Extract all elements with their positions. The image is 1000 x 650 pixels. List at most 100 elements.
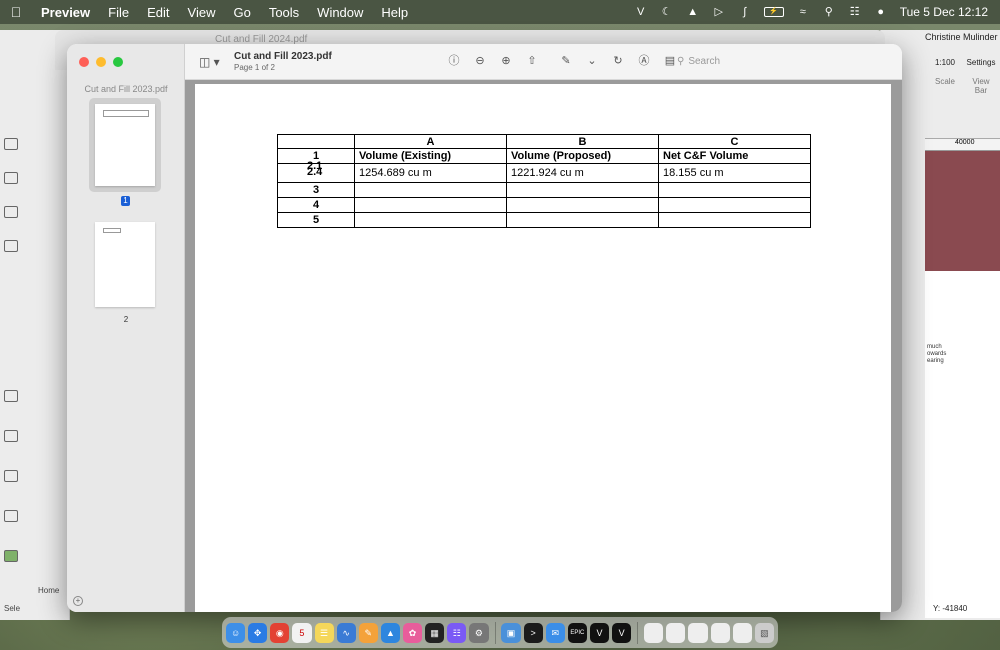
zoom-out-icon[interactable]: ⊖ xyxy=(473,54,487,68)
wall-tool-icon[interactable] xyxy=(4,430,18,442)
page-thumbnail-1[interactable] xyxy=(95,104,155,186)
spotlight-icon[interactable]: ⚲ xyxy=(822,6,836,18)
share-icon[interactable]: ⇧ xyxy=(525,54,539,68)
rect-tool-icon[interactable] xyxy=(4,172,18,184)
add-icon[interactable]: + xyxy=(73,596,83,606)
moon-icon[interactable]: ☾ xyxy=(660,6,674,18)
recent-doc-2-icon[interactable] xyxy=(666,622,686,643)
mail-icon[interactable]: ✉ xyxy=(545,622,565,643)
terrain-tool-icon[interactable] xyxy=(4,550,18,562)
search-icon: ⚲ xyxy=(677,56,685,67)
menu-tools[interactable]: Tools xyxy=(260,5,308,20)
scale-label: Scale xyxy=(934,77,955,86)
column-header-b: B xyxy=(506,134,659,149)
epic-games-icon[interactable]: EPIC xyxy=(567,622,587,643)
preview-icon[interactable]: ▣ xyxy=(501,622,521,643)
safari-icon[interactable]: ✥ xyxy=(248,622,268,643)
battery-icon[interactable]: ⚡ xyxy=(763,7,784,17)
cut-and-fill-table: A B C 1 Volume (Existing) Volume (Propos… xyxy=(277,134,811,228)
menu-file[interactable]: File xyxy=(99,5,138,20)
home-label: Home xyxy=(38,586,60,595)
page-thumbnail-2[interactable] xyxy=(95,222,155,307)
menu-edit[interactable]: Edit xyxy=(138,5,178,20)
mosaic-icon[interactable]: ▦ xyxy=(425,622,445,643)
menu-bar:  Preview File Edit View Go Tools Window… xyxy=(0,0,1000,24)
recent-doc-4-icon[interactable] xyxy=(710,622,730,643)
view-bar-label: View Bar xyxy=(972,77,990,95)
keynote-icon[interactable]: ▲ xyxy=(380,622,400,643)
freeform-icon[interactable]: ∿ xyxy=(336,622,356,643)
status-area: V ☾ ▲ ▷ ∫ ⚡ ≈ ⚲ ☷ ● Tue 5 Dec 12:12 xyxy=(634,5,1000,19)
drawing-canvas[interactable]: 40000 much owards earing xyxy=(925,138,1000,618)
siri-icon[interactable]: ● xyxy=(874,6,888,18)
settings-label: Settings xyxy=(966,58,996,67)
row-label-2: 2.1 2.4 xyxy=(277,160,355,183)
recent-doc-3-icon[interactable] xyxy=(688,622,708,643)
menu-go[interactable]: Go xyxy=(224,5,259,20)
pdf-page: A B C 1 Volume (Existing) Volume (Propos… xyxy=(195,84,891,612)
user-name: Christine Mulinder xyxy=(925,32,998,42)
notes-icon[interactable]: ☰ xyxy=(314,622,334,643)
thumbnail-sidebar: Cut and Fill 2023.pdf 1 2 + xyxy=(67,44,185,612)
wall-block[interactable] xyxy=(925,151,1000,271)
menu-clock[interactable]: Tue 5 Dec 12:12 xyxy=(900,5,988,19)
play-icon[interactable]: ▷ xyxy=(712,6,726,18)
page-number-1: 1 xyxy=(121,196,130,206)
preview-window: Cut and Fill 2023.pdf 1 2 + ◫ ▾ Cut and … xyxy=(67,44,902,612)
control-center-icon[interactable]: ☷ xyxy=(848,6,862,18)
trash-icon[interactable]: ▧ xyxy=(754,622,774,643)
terminal-icon[interactable]: > xyxy=(523,622,543,643)
zoom-in-icon[interactable]: ⊕ xyxy=(499,54,513,68)
apple-menu-icon[interactable]:  xyxy=(0,4,32,20)
markup-pen-icon[interactable]: ✎ xyxy=(559,54,573,68)
thumbnail-table xyxy=(103,110,149,117)
wifi-icon[interactable]: ≈ xyxy=(796,6,810,18)
photos-icon[interactable]: ✿ xyxy=(403,622,423,643)
menu-view[interactable]: View xyxy=(179,5,225,20)
info-icon[interactable]: ⓘ xyxy=(447,54,461,68)
vectorworks-viewer-icon[interactable]: V xyxy=(612,622,632,643)
settings-control[interactable]: Settings View Bar xyxy=(966,58,996,95)
minimize-button[interactable] xyxy=(96,57,106,67)
toolbar-actions: ⓘ ⊖ ⊕ ⇧ ✎ ⌄ ↻ Ⓐ ▤ xyxy=(447,54,677,68)
form-fill-icon[interactable]: ▤ xyxy=(663,54,677,68)
recent-doc-1-icon[interactable] xyxy=(644,622,664,643)
rotate-icon[interactable]: ↻ xyxy=(611,54,625,68)
document-title: Cut and Fill 2023.pdf xyxy=(234,51,332,62)
table-cell xyxy=(658,182,811,198)
menu-window[interactable]: Window xyxy=(308,5,372,20)
sidebar-toggle-icon[interactable]: ◫ ▾ xyxy=(199,55,220,69)
close-button[interactable] xyxy=(79,57,89,67)
warning-icon[interactable]: ▲ xyxy=(686,6,700,18)
zoom-button[interactable] xyxy=(113,57,123,67)
roof-tool-icon[interactable] xyxy=(4,510,18,522)
document-view[interactable]: A B C 1 Volume (Existing) Volume (Propos… xyxy=(185,80,902,612)
recent-doc-5-icon[interactable] xyxy=(732,622,752,643)
slab-tool-icon[interactable] xyxy=(4,470,18,482)
circle-tool-icon[interactable] xyxy=(4,206,18,218)
search-field[interactable]: ⚲ Search xyxy=(677,53,887,70)
vpn-icon[interactable]: V xyxy=(634,6,648,18)
table-cell xyxy=(658,197,811,213)
line-tool-icon[interactable] xyxy=(4,240,18,252)
search-placeholder: Search xyxy=(688,56,721,67)
launchpad-icon[interactable]: ☷ xyxy=(447,622,467,643)
row-label-2-4: 2.4 xyxy=(307,166,323,178)
system-settings-icon[interactable]: ⚙ xyxy=(469,622,489,643)
menu-help[interactable]: Help xyxy=(372,5,417,20)
bluetooth-icon[interactable]: ∫ xyxy=(738,6,752,18)
calendar-icon[interactable]: 5 xyxy=(292,622,312,643)
annotate-icon[interactable]: Ⓐ xyxy=(637,54,651,68)
net-volume-label: Net C&F Volume xyxy=(658,148,811,164)
pages-icon[interactable]: ✎ xyxy=(358,622,378,643)
finder-icon[interactable]: ☺ xyxy=(226,622,246,643)
scale-control[interactable]: 1:100 Scale xyxy=(931,58,959,86)
chrome-icon[interactable]: ◉ xyxy=(270,622,290,643)
page-number-2: 2 xyxy=(123,315,129,324)
thumbnail-table xyxy=(103,228,121,233)
object-tool-icon[interactable] xyxy=(4,390,18,402)
vectorworks-icon[interactable]: V xyxy=(589,622,610,643)
markup-dropdown-icon[interactable]: ⌄ xyxy=(585,54,599,68)
select-tool-icon[interactable] xyxy=(4,138,18,150)
menu-app-name[interactable]: Preview xyxy=(32,5,99,20)
